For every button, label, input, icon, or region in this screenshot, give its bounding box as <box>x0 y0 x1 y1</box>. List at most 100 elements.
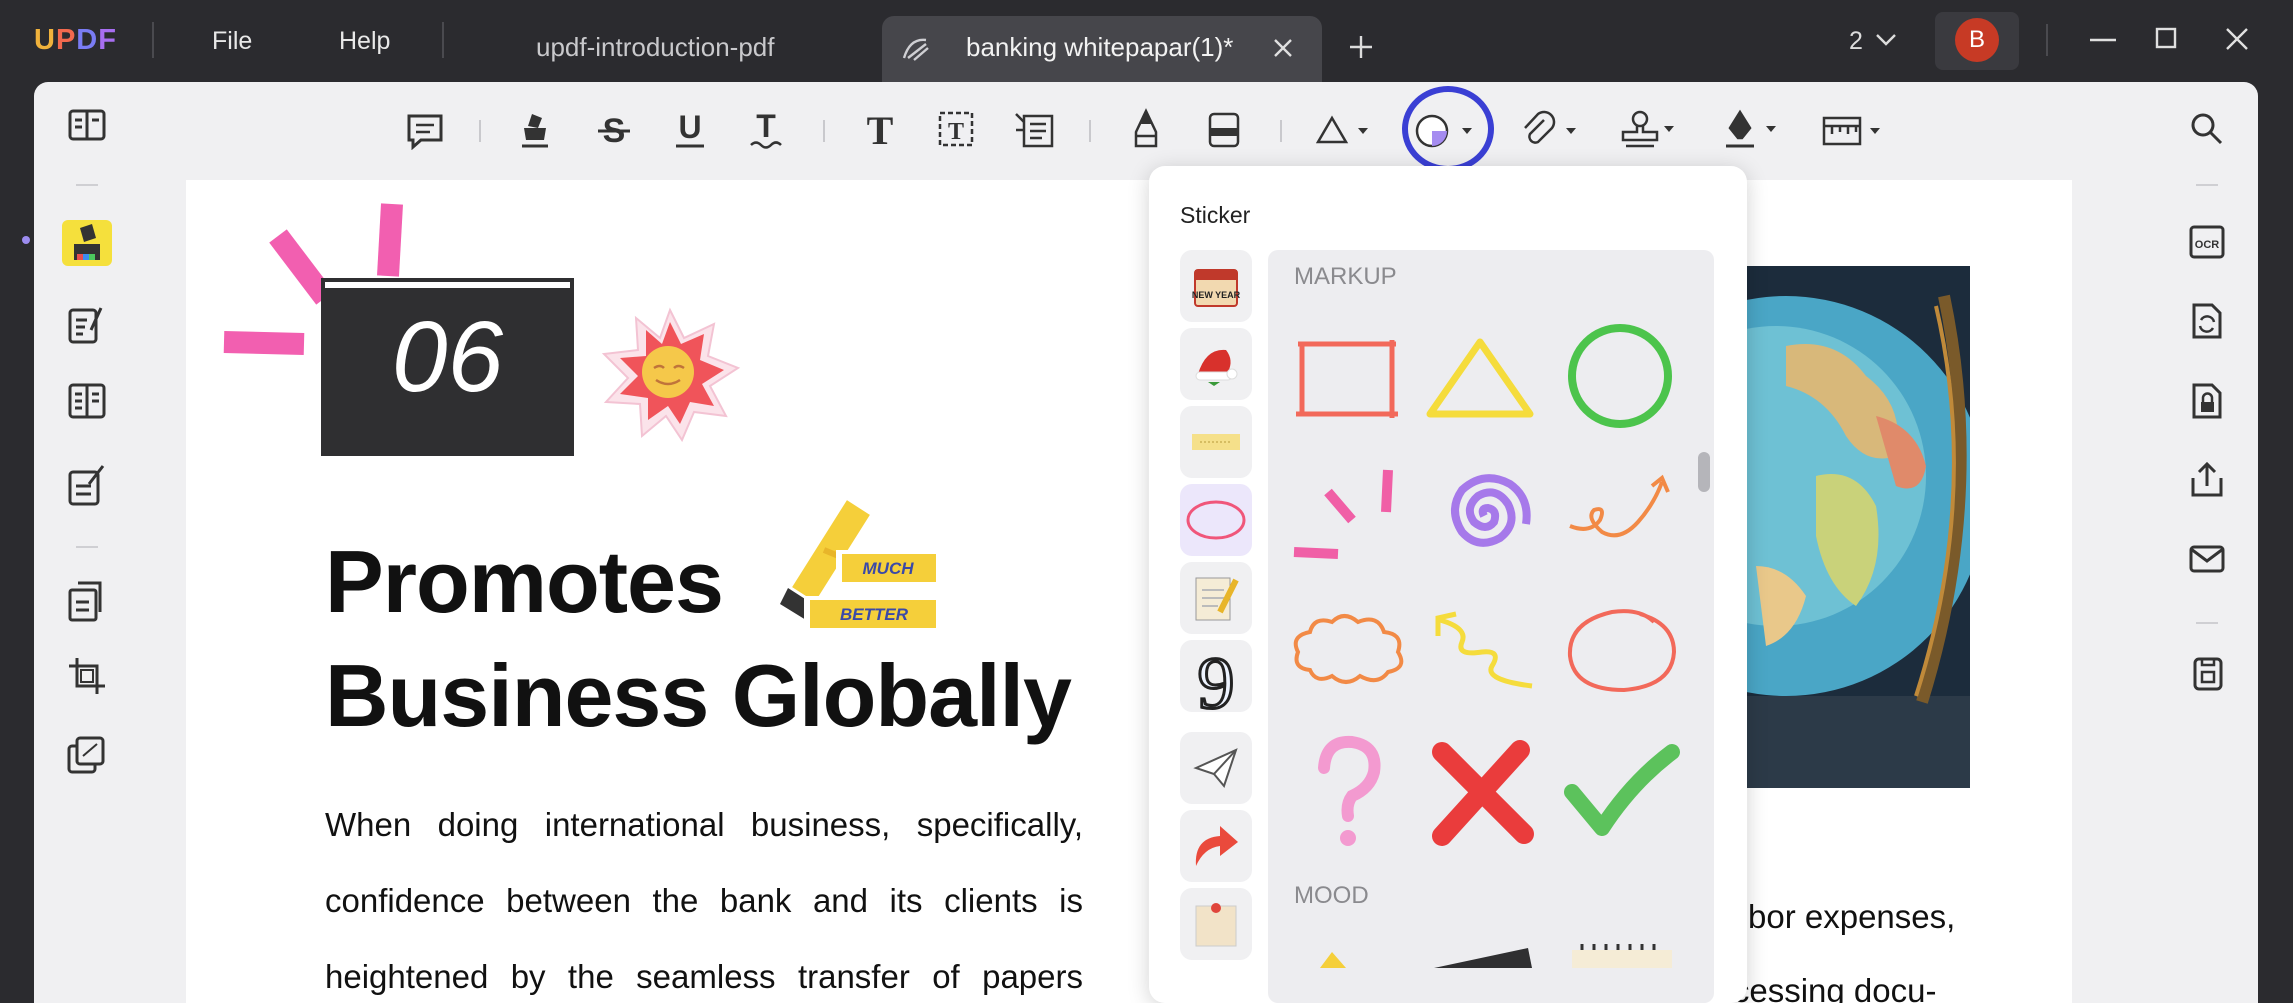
sticker-curly-arrow[interactable] <box>1562 470 1682 550</box>
much-better-sticker: MUCH BETTER <box>780 491 940 632</box>
number-nine-icon: 9 <box>1196 644 1236 720</box>
notepad-sticker-icon <box>1195 577 1239 621</box>
tab-label: banking whitepapar(1)* <box>966 32 1234 62</box>
tab-updf-introduction[interactable]: updf-introduction-pdf <box>536 32 774 63</box>
minimize-icon[interactable] <box>2090 37 2116 43</box>
squiggly-tool-icon[interactable]: T <box>748 110 784 150</box>
strikethrough-tool-icon[interactable]: S <box>596 112 632 148</box>
signature-tool-icon[interactable] <box>1722 108 1782 152</box>
body-line-2: confidence between the bank and its clie… <box>325 882 1083 919</box>
highlighter-icon <box>74 224 100 260</box>
sun-sticker <box>601 307 741 442</box>
sticker-spiral[interactable] <box>1430 460 1540 570</box>
reader-icon[interactable] <box>67 108 107 144</box>
sticker-tool-icon <box>1415 114 1472 148</box>
underline-tool-icon[interactable]: U <box>672 110 708 150</box>
divider <box>2196 622 2218 624</box>
sticker-question-mark[interactable] <box>1300 734 1400 852</box>
much-text: MUCH <box>863 559 915 578</box>
mood-sticker-1[interactable] <box>1310 942 1370 968</box>
edit-pdf-icon[interactable] <box>67 304 107 344</box>
globe-photo <box>1746 266 1970 788</box>
section-mood-label: MOOD <box>1294 882 1369 909</box>
divider <box>442 22 444 58</box>
body-line-1: When doing international business, speci… <box>325 806 1083 843</box>
protect-icon[interactable] <box>2190 382 2224 420</box>
eraser-tool-icon[interactable] <box>1206 110 1242 150</box>
ocr-icon[interactable]: OCR <box>2188 222 2226 260</box>
maximize-icon[interactable] <box>2155 27 2177 49</box>
user-avatar[interactable]: B <box>1955 18 1999 62</box>
heading-line-1: Promotes <box>325 532 724 631</box>
oval-sticker-icon <box>1186 500 1246 540</box>
svg-text:9: 9 <box>1198 644 1235 720</box>
calendar-text: NEW YEAR <box>1192 290 1240 300</box>
layers-icon[interactable] <box>67 736 107 776</box>
close-tab-icon[interactable] <box>1272 37 1294 59</box>
menu-file[interactable]: File <box>212 27 252 56</box>
measure-tool-icon[interactable] <box>1822 112 1886 150</box>
save-icon[interactable] <box>2192 656 2224 692</box>
divider <box>152 22 154 58</box>
crop-icon[interactable] <box>67 656 107 696</box>
close-window-icon[interactable] <box>2225 27 2249 51</box>
santa-hat-icon <box>1195 349 1238 386</box>
attachment-tool-icon[interactable] <box>1520 110 1582 152</box>
right-sidebar <box>2148 82 2258 1003</box>
form-icon[interactable] <box>67 382 107 422</box>
section-markup-label: MARKUP <box>1294 263 1397 290</box>
sticker-rectangle[interactable] <box>1290 330 1410 430</box>
tape-sticker-icon <box>1192 434 1240 450</box>
window-count[interactable]: 2 <box>1849 27 1863 56</box>
body-line-3: heightened by the seamless transfer of p… <box>325 958 1083 995</box>
divider <box>479 120 481 142</box>
red-arrow-icon <box>1195 826 1238 866</box>
divider <box>823 120 825 142</box>
heading-line-2: Business Globally <box>325 646 1072 746</box>
mood-sticker-3[interactable] <box>1568 940 1678 968</box>
pencil-tool-icon[interactable] <box>1130 108 1162 150</box>
text-callout-tool-icon[interactable] <box>1014 110 1054 150</box>
sticker-cross[interactable] <box>1428 740 1538 846</box>
sticker-cloud[interactable] <box>1288 606 1412 690</box>
sticker-oval[interactable] <box>1560 600 1684 700</box>
updf-logo: UPDF <box>34 24 117 56</box>
sticker-checkmark[interactable] <box>1562 742 1682 842</box>
divider <box>1280 120 1282 142</box>
stamp-tool-icon[interactable] <box>1620 108 1680 152</box>
add-tab-icon[interactable] <box>1348 34 1374 60</box>
textbox-tool-icon[interactable]: T <box>936 108 976 150</box>
calendar-sticker-icon: NEW YEAR <box>1192 269 1240 307</box>
svg-text:T: T <box>756 110 776 144</box>
shape-tool-icon[interactable] <box>1316 112 1372 148</box>
divider <box>76 184 98 186</box>
email-icon[interactable] <box>2188 544 2226 574</box>
divider <box>2046 24 2048 56</box>
heading: Promotes Business Globally <box>325 525 1072 754</box>
svg-text:U: U <box>678 110 701 145</box>
svg-text:OCR: OCR <box>2195 239 2220 251</box>
sticker-triangle[interactable] <box>1422 330 1542 430</box>
sticker-circle[interactable] <box>1560 318 1680 434</box>
sticker-grid-scrollbar[interactable] <box>1698 452 1710 492</box>
memo-note-icon <box>1195 903 1237 947</box>
highlight-tool-icon[interactable] <box>518 110 552 150</box>
divider <box>2196 184 2218 186</box>
organize-pages-icon[interactable] <box>67 580 107 622</box>
section-number: 06 <box>391 301 504 413</box>
sticker-burst-lines[interactable] <box>1290 460 1410 570</box>
search-icon[interactable] <box>2190 112 2224 146</box>
active-indicator <box>22 236 30 244</box>
share-icon[interactable] <box>2190 462 2224 498</box>
mood-sticker-2[interactable] <box>1428 944 1538 968</box>
convert-icon[interactable] <box>2190 302 2224 340</box>
edit-mode-icon <box>902 38 929 61</box>
chevron-down-icon[interactable] <box>1875 32 1897 48</box>
text-tool-icon[interactable]: T <box>862 110 898 150</box>
right-column-line-1: bor expenses, <box>1748 898 1956 935</box>
menu-help[interactable]: Help <box>339 27 390 56</box>
number-underline <box>325 440 570 446</box>
sticker-zigzag-arrow[interactable] <box>1428 606 1548 696</box>
comment-tool-icon[interactable] <box>406 112 444 150</box>
fill-sign-icon[interactable] <box>67 462 107 506</box>
